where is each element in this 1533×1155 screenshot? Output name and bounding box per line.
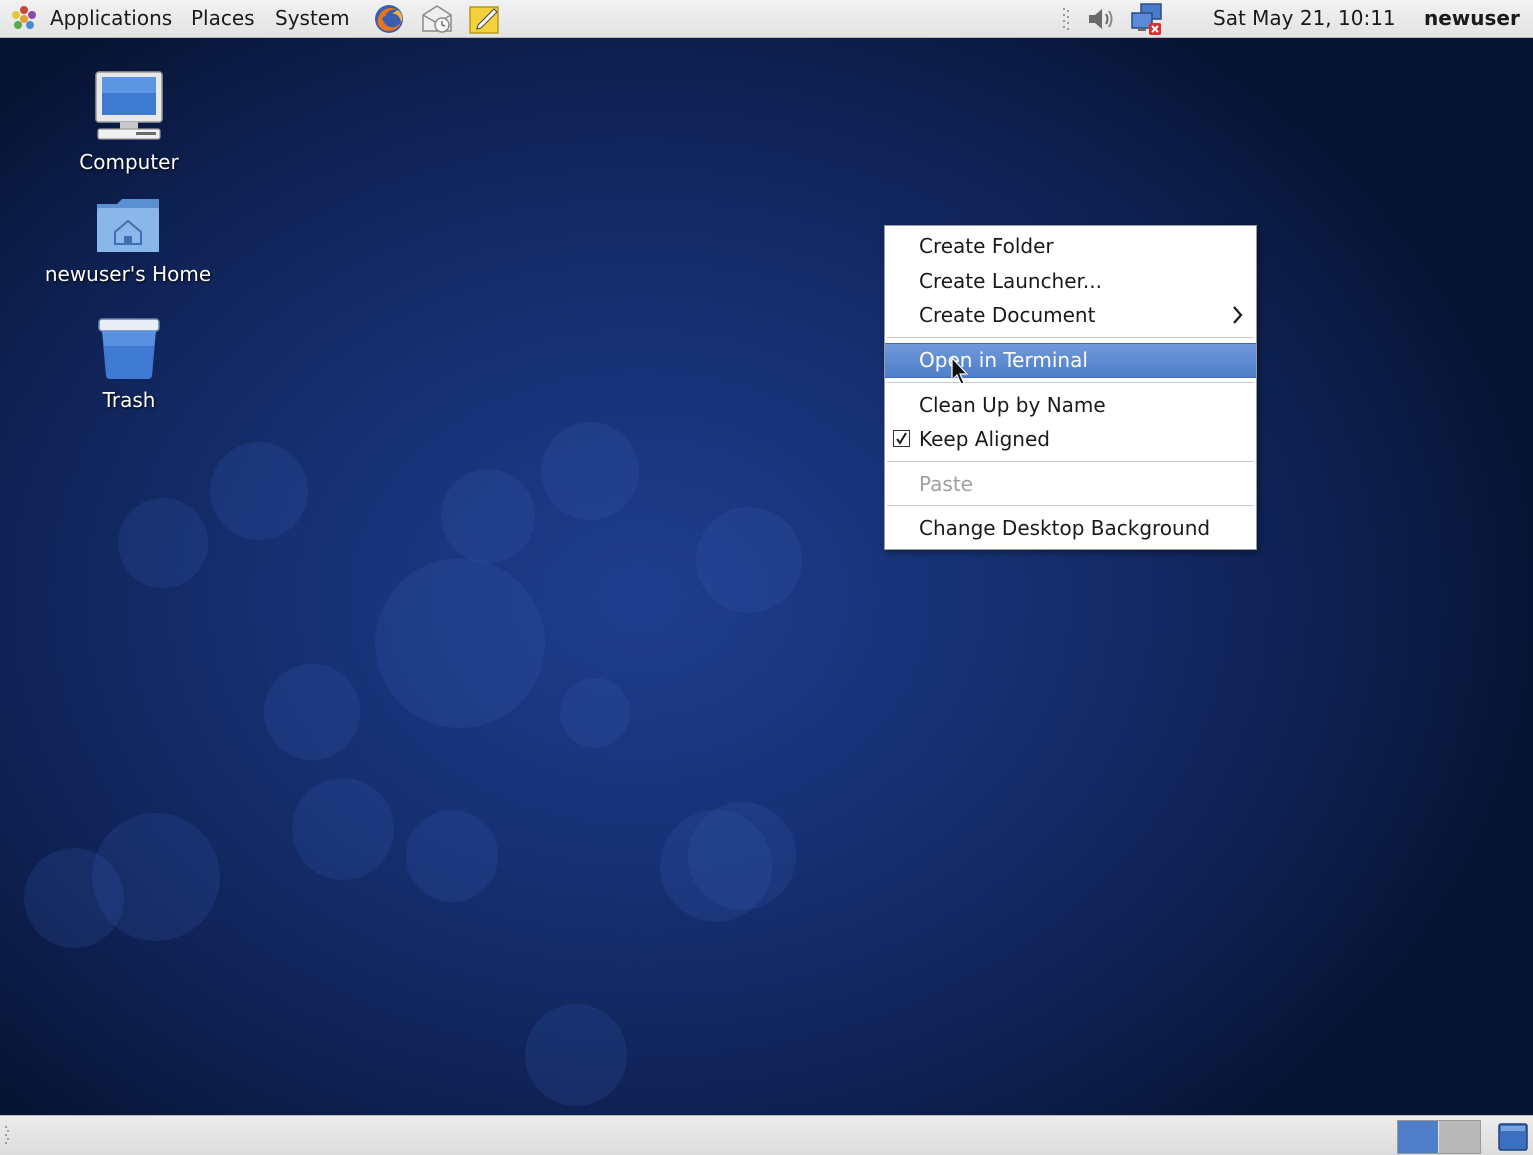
menu-item-label: Clean Up by Name (919, 392, 1106, 417)
clock[interactable]: Sat May 21, 10:11 (1213, 0, 1396, 37)
menu-item-change-desktop-background[interactable]: Change Desktop Background (885, 511, 1256, 546)
menu-item-label: Create Launcher... (919, 268, 1102, 293)
computer-icon (92, 71, 166, 146)
show-desktop-icon[interactable] (1497, 1120, 1529, 1155)
panel-handle[interactable] (4, 1124, 10, 1152)
bg-bokeh (375, 558, 545, 728)
volume-icon[interactable] (1085, 4, 1117, 39)
bg-bokeh (24, 848, 124, 948)
desktop-icon-label: newuser's Home (44, 262, 212, 286)
bg-bokeh (210, 442, 308, 540)
desktop-icon-computer[interactable]: Computer (29, 70, 229, 174)
gnome-foot-icon[interactable] (8, 4, 40, 39)
bg-bokeh (560, 678, 630, 748)
desktop[interactable]: Computer newuser's Home Trash (0, 38, 1533, 1115)
bottom-panel (0, 1115, 1533, 1155)
desktop-context-menu: Create Folder Create Launcher... Create … (884, 225, 1257, 550)
menu-item-paste: Paste (885, 467, 1256, 502)
bg-bokeh (292, 778, 394, 880)
mouse-pointer-icon (951, 356, 971, 391)
panel-handle[interactable] (1062, 6, 1070, 37)
desktop-icon-trash[interactable]: Trash (29, 316, 229, 412)
menu-item-create-launcher[interactable]: Create Launcher... (885, 264, 1256, 299)
menu-separator (885, 378, 1256, 388)
mail-icon[interactable] (420, 3, 454, 40)
menu-item-label: Change Desktop Background (919, 516, 1211, 540)
workspace-1[interactable] (1398, 1121, 1438, 1153)
checkbox-checked-icon[interactable] (893, 430, 910, 447)
bg-bokeh (118, 498, 208, 588)
bg-bokeh (406, 810, 498, 902)
bg-bokeh (541, 422, 639, 520)
bg-bokeh (441, 469, 535, 563)
bg-bokeh (525, 1004, 627, 1106)
home-folder-icon (95, 199, 161, 258)
menu-item-create-document[interactable]: Create Document (885, 298, 1256, 333)
firefox-icon[interactable] (372, 2, 406, 41)
menu-item-label: Create Document (919, 303, 1096, 327)
menu-separator (885, 457, 1256, 467)
bg-bokeh (264, 664, 360, 760)
menu-item-label: Create Folder (919, 234, 1054, 258)
system-menu[interactable]: System (275, 0, 350, 37)
menu-item-label: Keep Aligned (919, 427, 1050, 451)
menu-item-open-in-terminal[interactable]: Open in Terminal (885, 342, 1256, 378)
notes-icon[interactable] (468, 3, 502, 40)
menu-separator (885, 333, 1256, 343)
menu-item-clean-up-by-name[interactable]: Clean Up by Name (885, 388, 1256, 423)
bg-bokeh (688, 802, 796, 910)
workspace-switcher (1397, 1120, 1481, 1154)
desktop-icon-label: Computer (79, 150, 179, 174)
places-menu[interactable]: Places (191, 0, 255, 37)
menu-item-label: Open in Terminal (919, 347, 1088, 372)
trash-icon (96, 318, 162, 384)
user-menu[interactable]: newuser (1424, 0, 1520, 37)
menu-item-label: Paste (919, 471, 973, 496)
bg-bokeh (696, 507, 802, 613)
desktop-icon-home[interactable]: newuser's Home (28, 196, 228, 286)
workspace-2[interactable] (1439, 1121, 1480, 1153)
desktop-icon-label: Trash (102, 388, 156, 412)
menu-separator (885, 501, 1256, 511)
network-icon[interactable] (1129, 1, 1165, 42)
menu-item-keep-aligned[interactable]: Keep Aligned (885, 422, 1256, 457)
menu-item-create-folder[interactable]: Create Folder (885, 229, 1256, 264)
top-panel: Applications Places System Sat May 21, 1… (0, 0, 1533, 38)
applications-menu[interactable]: Applications (50, 0, 172, 37)
